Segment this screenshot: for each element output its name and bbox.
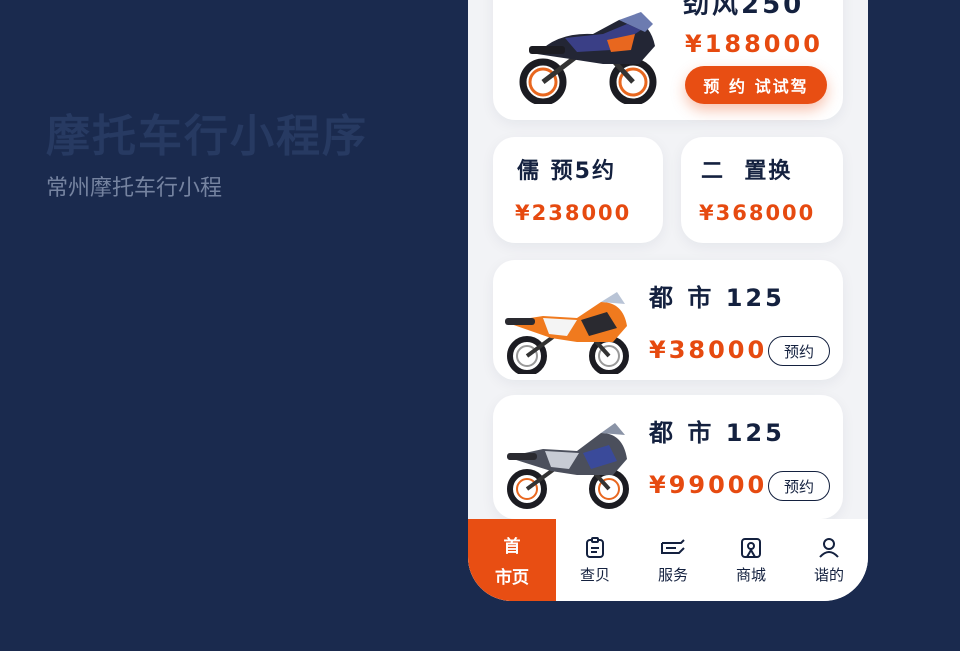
- book-button[interactable]: 预约: [768, 471, 830, 501]
- nav-label-top: 首: [503, 537, 521, 557]
- nav-item-query[interactable]: 查贝: [556, 519, 634, 601]
- motorcycle-image: [505, 292, 629, 374]
- tile-price: ¥368000: [699, 201, 816, 225]
- bike-price: ¥99000: [649, 471, 768, 499]
- bike-price: ¥38000: [649, 336, 768, 364]
- motorcycle-image: [507, 423, 629, 509]
- tile-title: 二 置换: [701, 159, 793, 184]
- bike-listing-card[interactable]: 都 市 125 ¥99000 预约: [493, 395, 843, 519]
- tile-title: 儒 预5约: [517, 159, 616, 184]
- hero-subtitle: 常州摩托车行小程: [46, 176, 223, 201]
- featured-bike-price: ¥188000: [685, 30, 823, 58]
- clipboard-icon: [586, 536, 604, 558]
- featured-bike-card[interactable]: 劲风250 ¥188000 预 约 试试驾: [493, 0, 843, 120]
- bike-name: 都 市 125: [649, 284, 785, 312]
- featured-bike-name: 劲风250: [683, 0, 805, 20]
- user-icon: [819, 537, 839, 558]
- hero-title: 摩托车行小程序: [46, 111, 368, 162]
- phone-mockup: 劲风250 ¥188000 预 约 试试驾 儒 预5约 ¥238000 二 置换…: [468, 0, 868, 601]
- nav-label: 市页: [495, 568, 529, 588]
- bike-name: 都 市 125: [649, 419, 785, 447]
- bike-listing-card[interactable]: 都 市 125 ¥38000 预约: [493, 260, 843, 380]
- nav-label: 服务: [657, 565, 688, 584]
- motorcycle-image: [519, 12, 657, 104]
- tile-card[interactable]: 二 置换 ¥368000: [681, 137, 843, 243]
- nav-item-service[interactable]: 服务: [634, 519, 712, 601]
- service-icon: [661, 538, 685, 554]
- nav-label: 谐的: [813, 565, 844, 584]
- nav-item-profile[interactable]: 谐的: [790, 519, 868, 601]
- bottom-nav: 首 市页 查贝 服务 商城 谐的: [468, 519, 868, 601]
- nav-item-store[interactable]: 商城: [712, 519, 790, 601]
- tile-price: ¥238000: [515, 201, 632, 225]
- book-test-ride-button[interactable]: 预 约 试试驾: [685, 66, 827, 104]
- tile-card[interactable]: 儒 预5约 ¥238000: [493, 137, 663, 243]
- store-icon: [741, 537, 761, 558]
- book-button[interactable]: 预约: [768, 336, 830, 366]
- nav-item-home[interactable]: 首 市页: [468, 519, 556, 601]
- nav-label: 商城: [735, 565, 766, 584]
- nav-label: 查贝: [579, 565, 610, 584]
